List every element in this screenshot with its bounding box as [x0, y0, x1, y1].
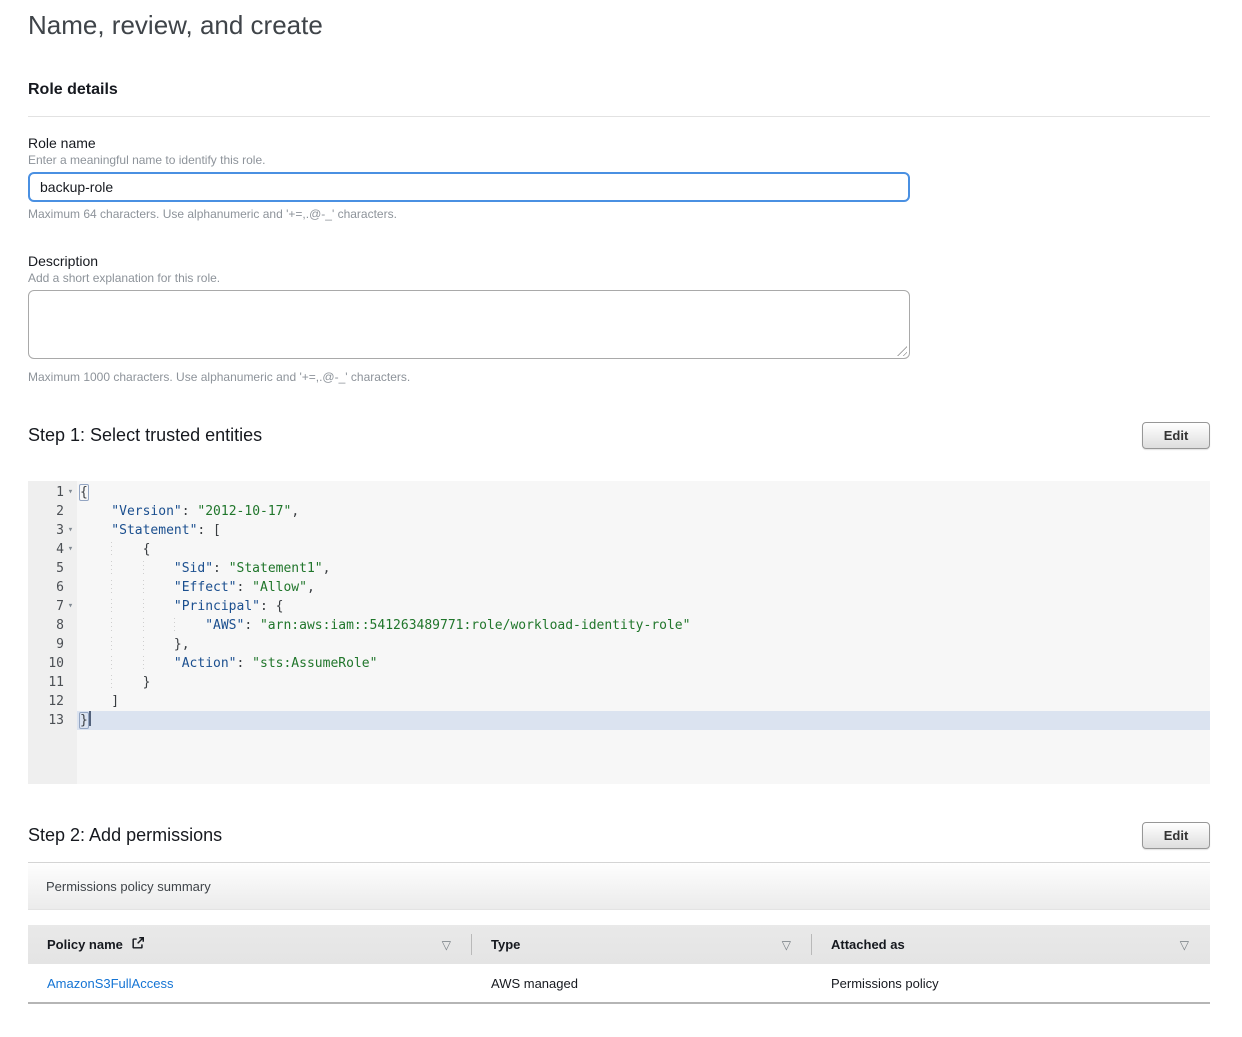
role-name-input[interactable]	[28, 172, 910, 202]
column-label: Policy name	[47, 937, 123, 952]
cell-type: AWS managed	[472, 976, 812, 991]
role-name-label: Role name	[28, 135, 1210, 151]
code-line-12: 12]	[28, 692, 1210, 711]
column-label: Attached as	[831, 937, 905, 952]
fold-spacer	[64, 635, 77, 654]
fold-spacer	[64, 654, 77, 673]
step2-heading: Step 2: Add permissions	[28, 825, 222, 846]
code-line-3: 3▾"Statement": [	[28, 521, 1210, 540]
fold-arrow-icon[interactable]: ▾	[64, 597, 77, 616]
role-details-divider	[28, 116, 1210, 117]
filter-attached-as-icon[interactable]: ▽	[1180, 938, 1189, 952]
code-line-7: 7▾"Principal": {	[28, 597, 1210, 616]
policy-table-row: AmazonS3FullAccess AWS managed Permissio…	[28, 964, 1210, 1004]
column-header-policy-name: Policy name ▽	[28, 925, 472, 964]
external-link-icon	[131, 936, 145, 953]
code-lines: 1▾{2"Version": "2012-10-17",3▾"Statement…	[28, 483, 1210, 730]
column-header-attached-as: Attached as ▽	[812, 925, 1210, 964]
page-content: Name, review, and create Role details Ro…	[0, 0, 1242, 1004]
filter-type-icon[interactable]: ▽	[782, 938, 791, 952]
column-label: Type	[491, 937, 520, 952]
step1-heading: Step 1: Select trusted entities	[28, 425, 262, 446]
description-textarea-wrap	[28, 290, 910, 359]
trust-policy-code-editor[interactable]: 1▾{2"Version": "2012-10-17",3▾"Statement…	[28, 481, 1210, 784]
panel-gap	[28, 910, 1210, 925]
description-constraint: Maximum 1000 characters. Use alphanumeri…	[28, 370, 1210, 384]
fold-spacer	[64, 578, 77, 597]
permissions-panel: Permissions policy summary Policy name ▽…	[28, 862, 1210, 1004]
role-name-hint: Enter a meaningful name to identify this…	[28, 153, 1210, 167]
fold-spacer	[64, 673, 77, 692]
code-line-6: 6"Effect": "Allow",	[28, 578, 1210, 597]
description-textarea[interactable]	[28, 290, 910, 359]
policy-name-link[interactable]: AmazonS3FullAccess	[47, 976, 173, 991]
fold-arrow-icon[interactable]: ▾	[64, 483, 77, 502]
filter-policy-name-icon[interactable]: ▽	[442, 938, 451, 952]
fold-spacer	[64, 559, 77, 578]
fold-arrow-icon[interactable]: ▾	[64, 540, 77, 559]
fold-spacer	[64, 616, 77, 635]
code-line-8: 8"AWS": "arn:aws:iam::541263489771:role/…	[28, 616, 1210, 635]
fold-arrow-icon[interactable]: ▾	[64, 521, 77, 540]
text-cursor	[89, 711, 91, 726]
page-title: Name, review, and create	[28, 0, 1210, 41]
code-line-13: 13}	[28, 711, 1210, 730]
code-line-10: 10"Action": "sts:AssumeRole"	[28, 654, 1210, 673]
step2-edit-button[interactable]: Edit	[1142, 822, 1210, 849]
step2-header-row: Step 2: Add permissions Edit	[28, 820, 1210, 850]
fold-spacer	[64, 711, 77, 730]
cell-attached-as: Permissions policy	[812, 976, 1210, 991]
role-details-heading: Role details	[28, 81, 1210, 99]
code-line-4: 4▾{	[28, 540, 1210, 559]
description-label: Description	[28, 253, 1210, 269]
code-line-9: 9},	[28, 635, 1210, 654]
column-header-type: Type ▽	[472, 925, 812, 964]
fold-spacer	[64, 692, 77, 711]
policy-table-header: Policy name ▽ Type ▽ Attached as ▽	[28, 925, 1210, 964]
step1-edit-button[interactable]: Edit	[1142, 422, 1210, 449]
cell-policy-name: AmazonS3FullAccess	[28, 976, 472, 991]
code-line-11: 11}	[28, 673, 1210, 692]
fold-spacer	[64, 502, 77, 521]
permissions-panel-title: Permissions policy summary	[28, 863, 1210, 910]
step1-header-row: Step 1: Select trusted entities Edit	[28, 420, 1210, 450]
code-line-1: 1▾{	[28, 483, 1210, 502]
code-line-2: 2"Version": "2012-10-17",	[28, 502, 1210, 521]
role-name-constraint: Maximum 64 characters. Use alphanumeric …	[28, 207, 1210, 221]
code-line-5: 5"Sid": "Statement1",	[28, 559, 1210, 578]
description-hint: Add a short explanation for this role.	[28, 271, 1210, 285]
